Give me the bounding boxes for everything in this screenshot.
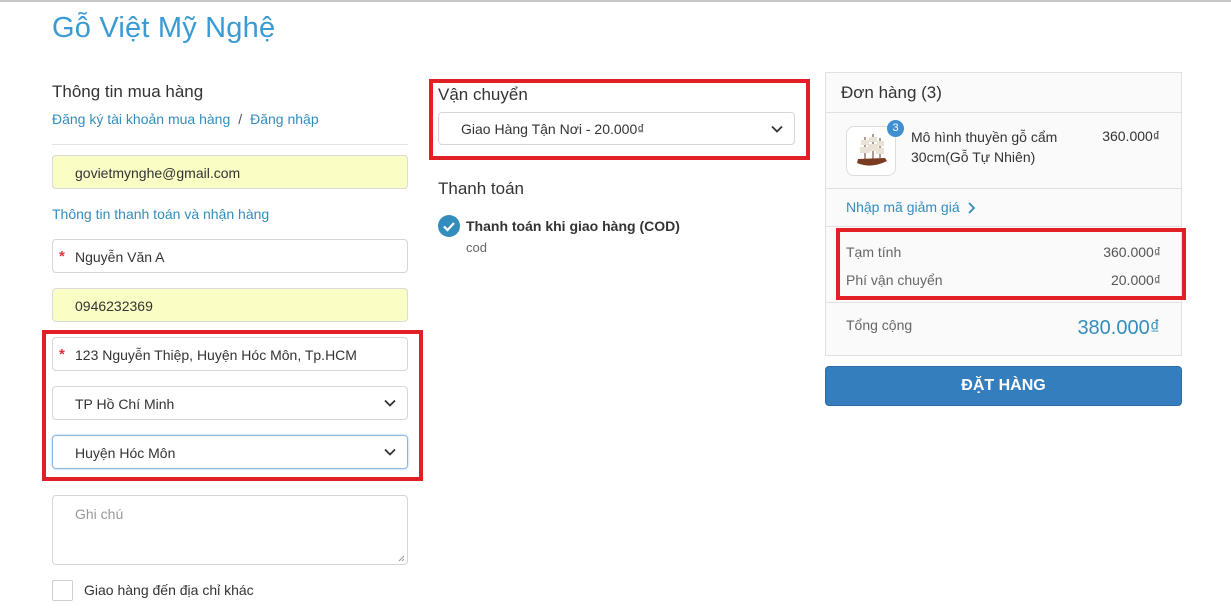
- other-address-label[interactable]: Giao hàng đến địa chỉ khác: [84, 582, 254, 598]
- resize-grip-icon[interactable]: [398, 555, 405, 562]
- note-placeholder: Ghi chú: [75, 506, 124, 522]
- divider: [826, 188, 1181, 189]
- ship-thumbnail: [857, 134, 887, 166]
- register-link[interactable]: Đăng ký tài khoản mua hàng: [52, 111, 230, 127]
- order-title: Đơn hàng (3): [841, 83, 942, 102]
- full-name-field[interactable]: * Nguyễn Văn A: [52, 239, 408, 273]
- quantity-badge: 3: [887, 120, 904, 137]
- highlight-box-address: [42, 330, 423, 481]
- email-value: govietmynghe@gmail.com: [75, 165, 241, 181]
- auth-links: Đăng ký tài khoản mua hàng / Đăng nhập: [52, 111, 319, 127]
- login-link[interactable]: Đăng nhập: [250, 111, 319, 127]
- note-textarea[interactable]: Ghi chú: [52, 495, 408, 565]
- billing-info-link[interactable]: Thông tin thanh toán và nhận hàng: [52, 206, 269, 222]
- email-field[interactable]: govietmynghe@gmail.com: [52, 155, 408, 189]
- divider: [826, 302, 1181, 303]
- payment-title: Thanh toán: [438, 179, 525, 198]
- total-value: 380.000₫: [1077, 317, 1160, 339]
- payment-method-label[interactable]: Thanh toán khi giao hàng (COD): [466, 218, 680, 234]
- divider: [52, 144, 408, 145]
- phone-field[interactable]: 0946232369: [52, 288, 408, 322]
- other-address-checkbox[interactable]: [52, 580, 73, 601]
- full-name-value: Nguyễn Văn A: [75, 249, 165, 265]
- highlight-box-shipping: [429, 79, 810, 160]
- coupon-link[interactable]: Nhập mã giảm giá: [846, 199, 960, 215]
- auth-separator: /: [238, 111, 243, 127]
- divider: [826, 112, 1181, 113]
- required-mark: *: [59, 248, 65, 265]
- total-label: Tổng cộng: [846, 317, 913, 333]
- top-border: [0, 0, 1231, 2]
- chevron-right-icon[interactable]: [966, 202, 976, 214]
- payment-method-sub: cod: [466, 240, 487, 255]
- place-order-button[interactable]: ĐẶT HÀNG: [825, 366, 1182, 406]
- check-circle-icon: [443, 222, 455, 232]
- payment-radio-checked[interactable]: [438, 215, 460, 237]
- product-name: Mô hình thuyền gỗ cẩm 30cm(Gỗ Tự Nhiên): [911, 129, 1058, 165]
- customer-info-title: Thông tin mua hàng: [52, 82, 204, 101]
- phone-value: 0946232369: [75, 298, 153, 314]
- store-logo-text[interactable]: Gỗ Việt Mỹ Nghệ: [52, 12, 275, 45]
- divider: [826, 226, 1181, 227]
- highlight-box-summary: [836, 228, 1186, 300]
- product-price: 360.000₫: [1102, 128, 1160, 144]
